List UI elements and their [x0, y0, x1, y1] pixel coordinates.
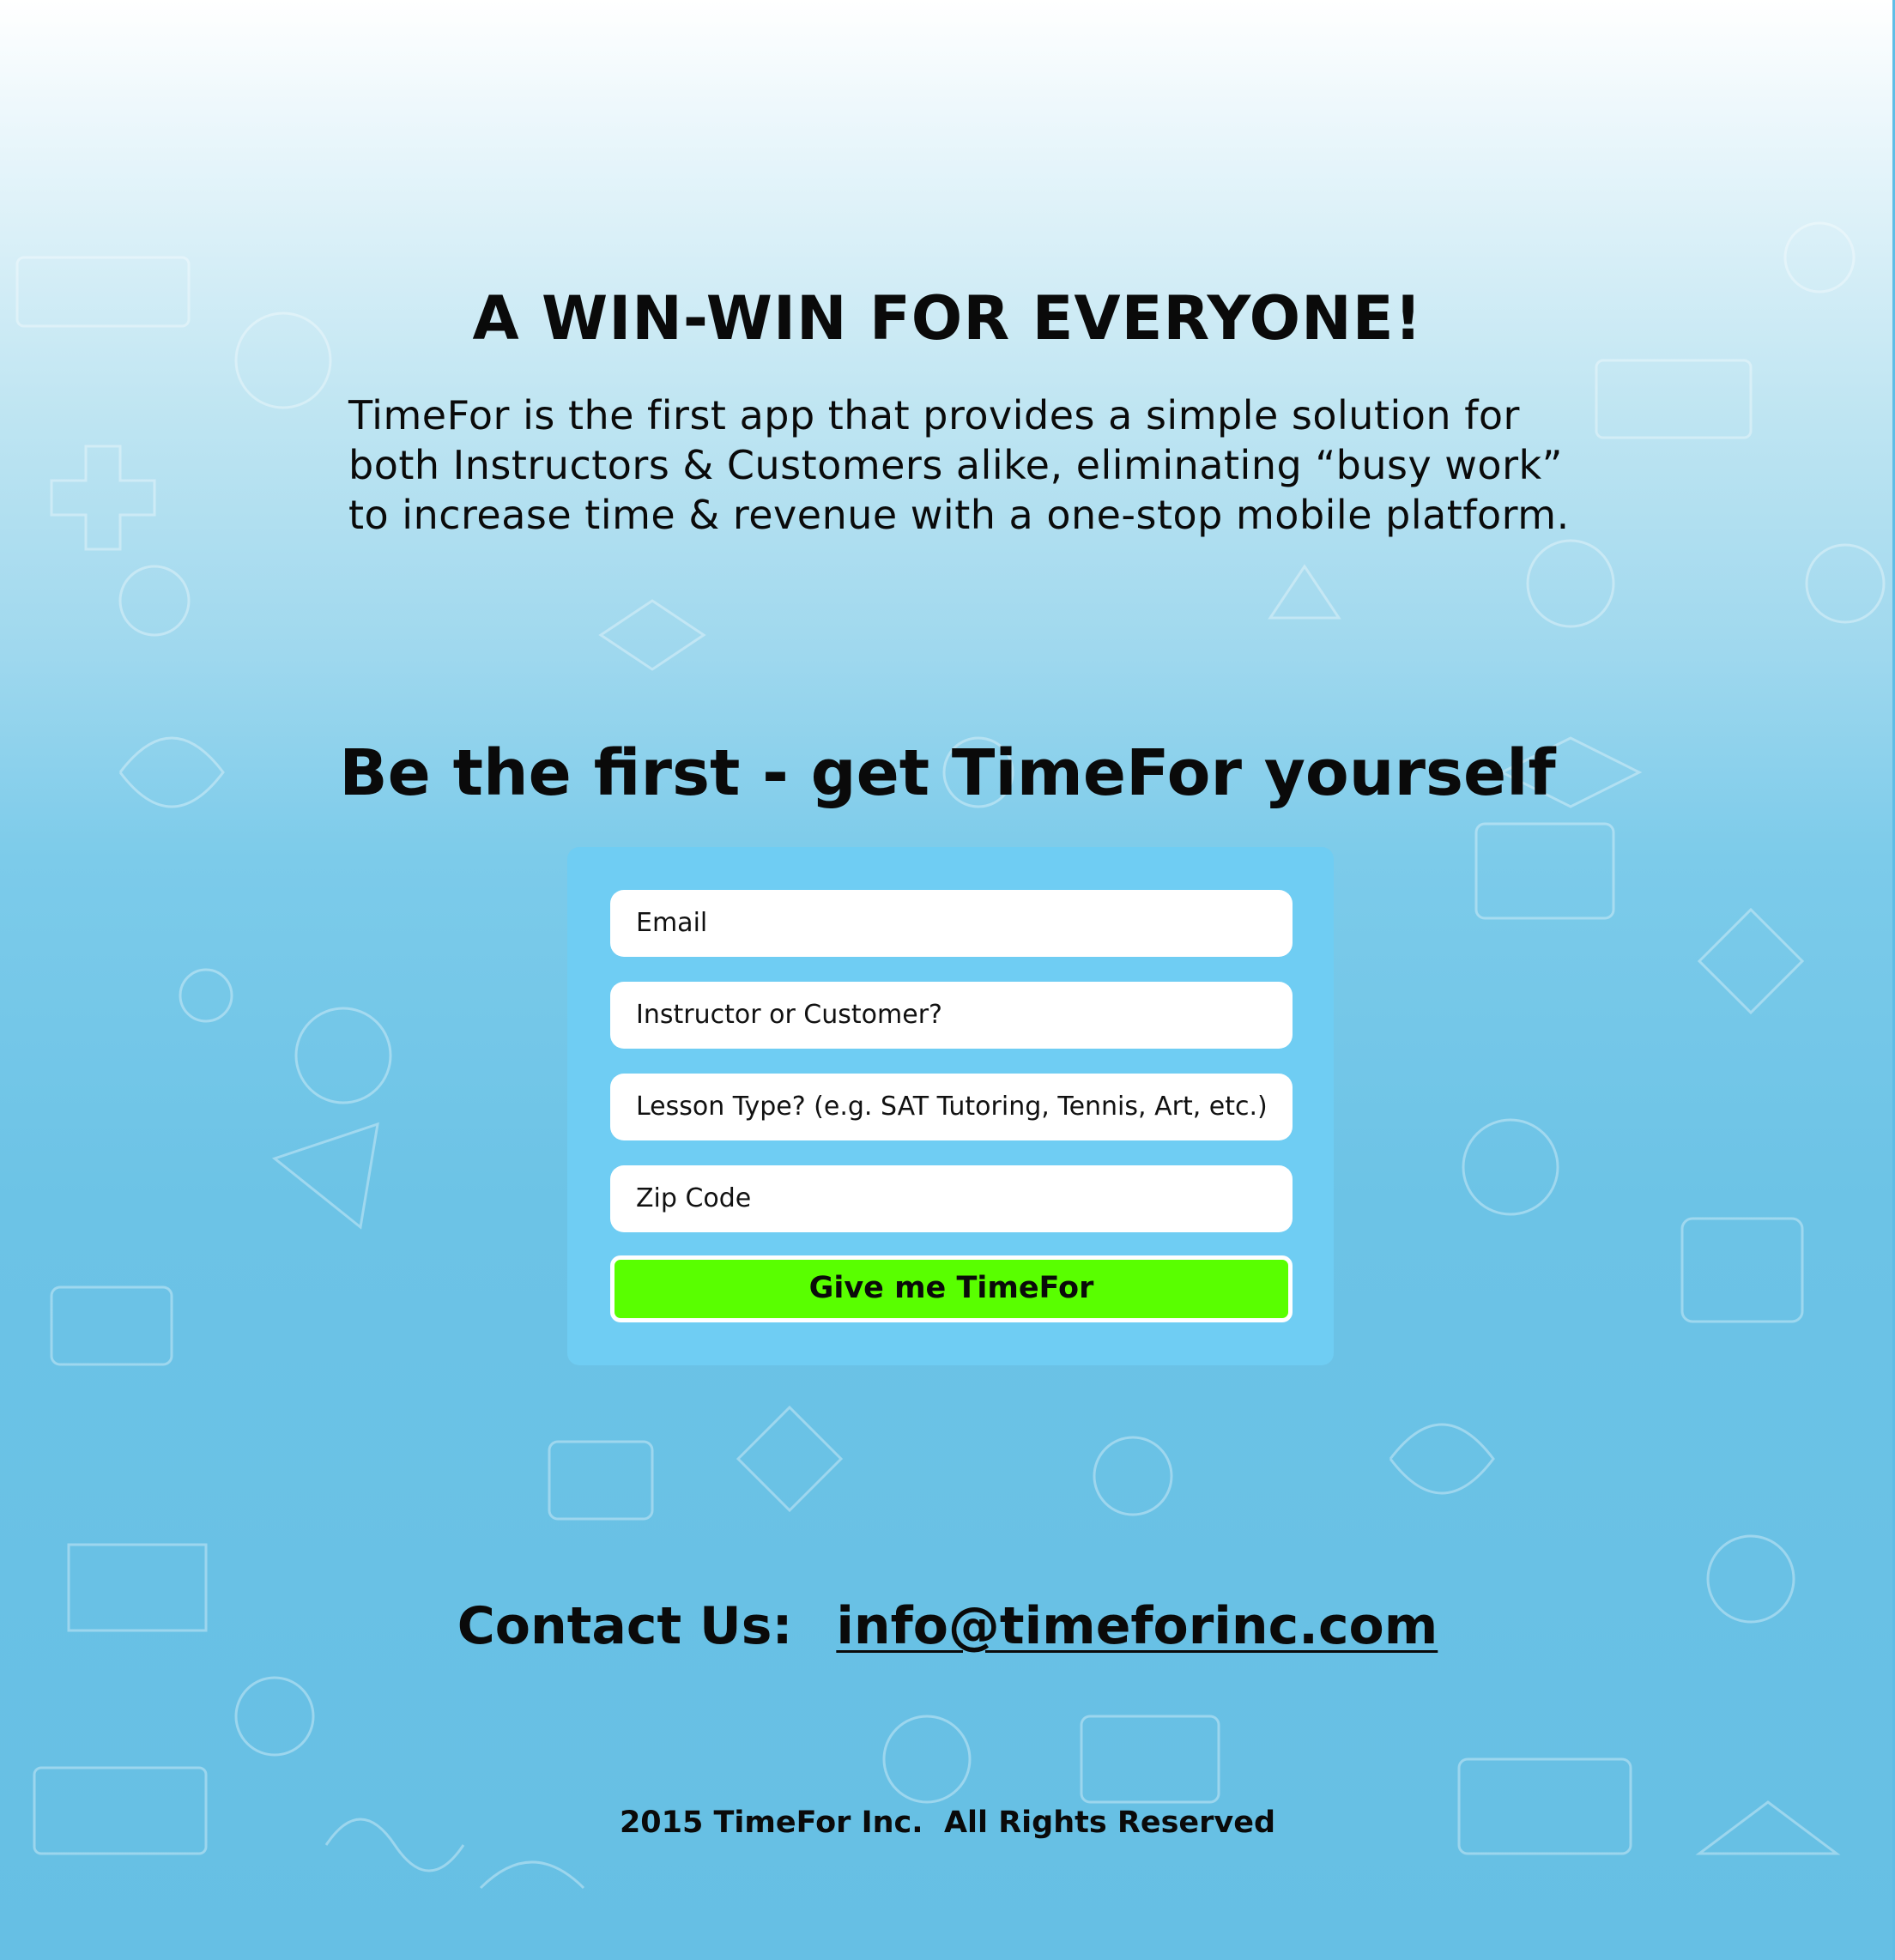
intro-paragraph: TimeFor is the first app that provides a…	[348, 390, 1636, 540]
contact-section: Contact Us: info@timeforinc.com	[0, 1596, 1895, 1656]
intro-line: both Instructors & Customers alike, elim…	[348, 442, 1563, 488]
email-field[interactable]: Email	[610, 890, 1293, 957]
footer-copyright: 2015 TimeFor Inc. All Rights Reserved	[619, 1806, 1276, 1840]
signup-form: Email Instructor or Customer? Lesson Typ…	[567, 847, 1334, 1365]
lesson-type-field[interactable]: Lesson Type? (e.g. SAT Tutoring, Tennis,…	[610, 1074, 1293, 1140]
contact-label: Contact Us:	[457, 1596, 793, 1656]
signup-title: Be the first - get TimeFor yourself	[339, 736, 1556, 810]
zip-code-field[interactable]: Zip Code	[610, 1165, 1293, 1232]
contact-email-link[interactable]: info@timeforinc.com	[836, 1596, 1438, 1656]
role-field[interactable]: Instructor or Customer?	[610, 982, 1293, 1049]
intro-line: to increase time & revenue with a one-st…	[348, 492, 1570, 538]
give-me-timefor-button[interactable]: Give me TimeFor	[610, 1255, 1293, 1322]
headline: A WIN-WIN FOR EVERYONE!	[472, 283, 1423, 354]
intro-line: TimeFor is the first app that provides a…	[348, 392, 1520, 439]
